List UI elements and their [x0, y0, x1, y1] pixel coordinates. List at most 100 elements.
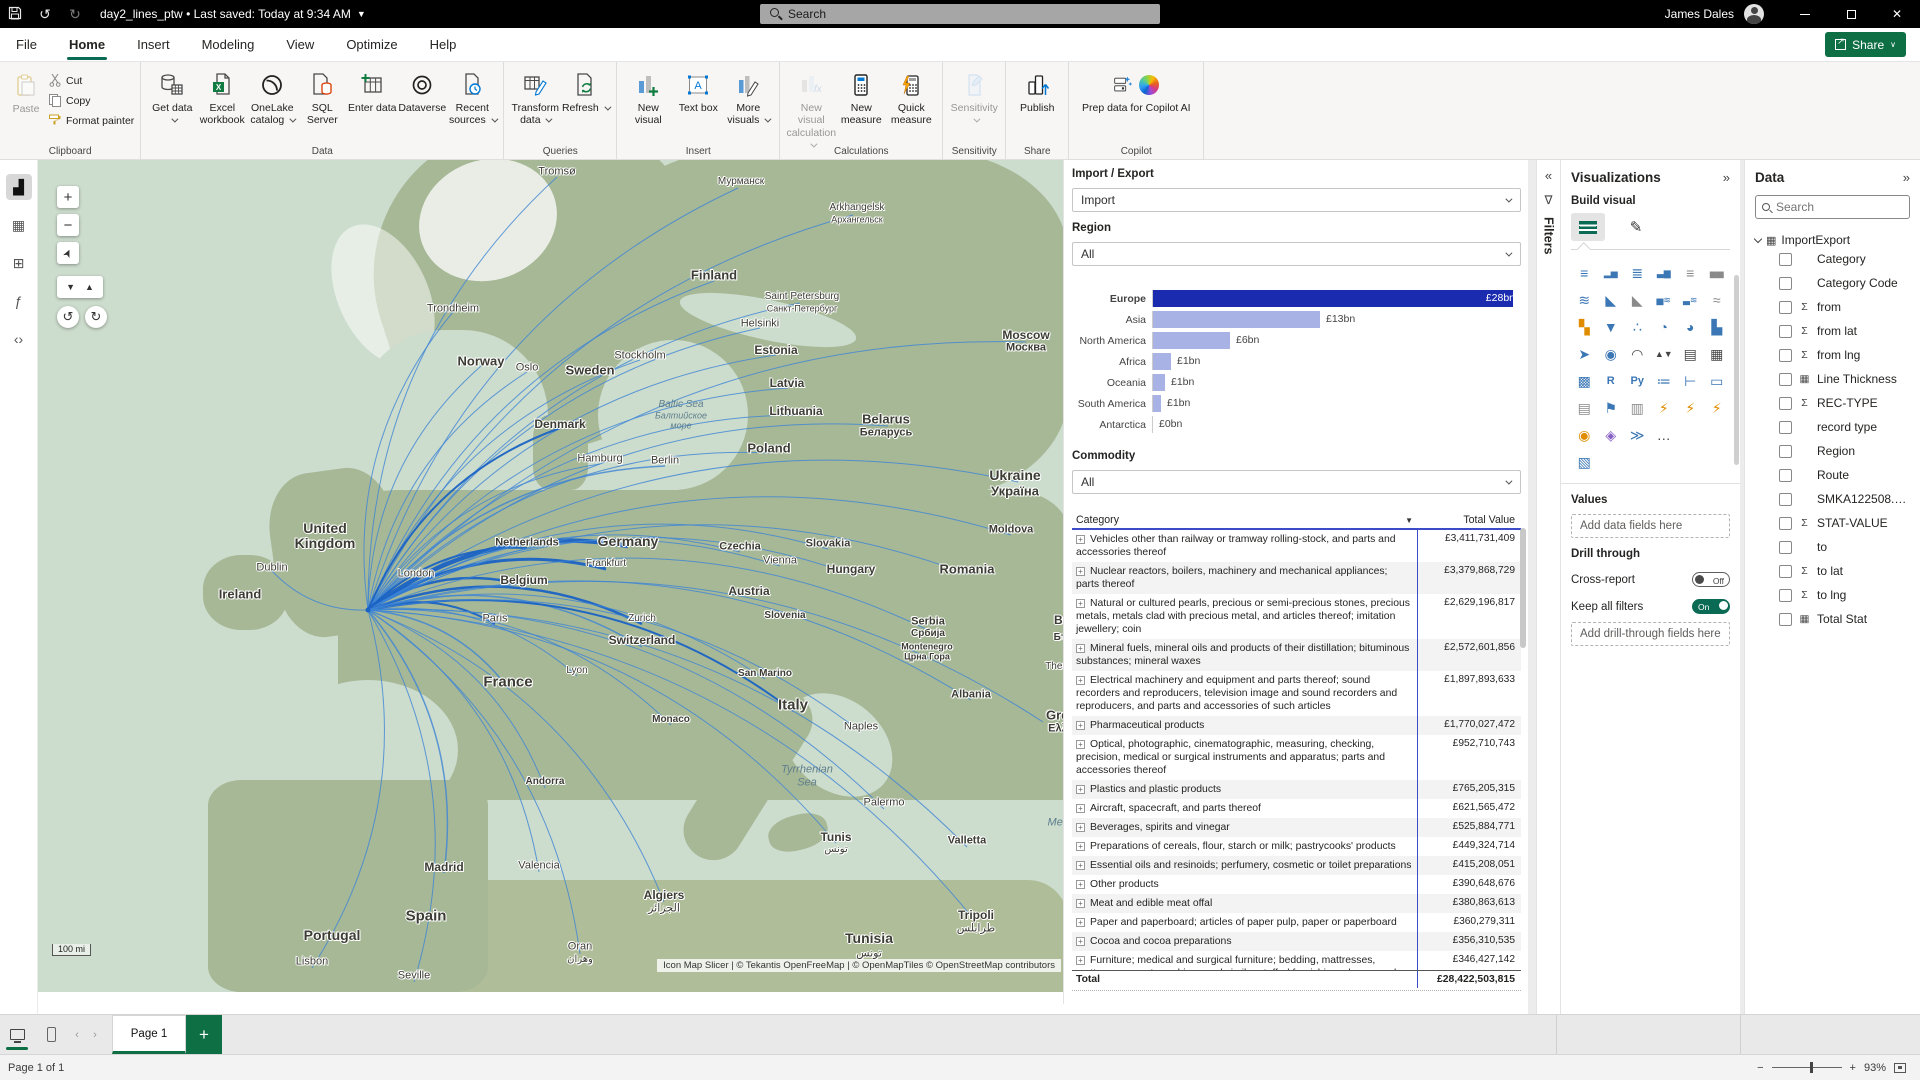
expand-icon[interactable]: + [1076, 918, 1085, 927]
data-search[interactable] [1755, 195, 1910, 219]
expand-icon[interactable]: + [1076, 937, 1085, 946]
checkbox[interactable] [1779, 421, 1792, 434]
zoom-in-icon[interactable]: + [1850, 1062, 1856, 1074]
expand-icon[interactable]: + [1076, 956, 1085, 965]
funnel-chart[interactable]: ▼ [1598, 316, 1625, 338]
minimize-button[interactable] [1782, 0, 1828, 28]
cut-button[interactable]: Cut [48, 72, 134, 90]
expand-icon[interactable]: + [1076, 880, 1085, 889]
bar-row-south-america[interactable]: South America£1bn [1072, 393, 1521, 414]
line-chart[interactable]: ≋ [1571, 289, 1598, 311]
stacked-column-chart[interactable]: ▂▅ [1598, 262, 1625, 284]
table-row[interactable]: +Electrical machinery and equipment and … [1072, 671, 1521, 716]
new-measure-button[interactable]: New measure [836, 68, 886, 142]
expand-icon[interactable]: + [1076, 535, 1085, 544]
table-row[interactable]: +Plastics and plastic products£765,205,3… [1072, 780, 1521, 799]
icon-map-visual[interactable]: ◉ [1571, 424, 1598, 446]
undo-icon[interactable]: ↺ [30, 6, 60, 23]
checkbox[interactable] [1779, 349, 1792, 362]
model-view[interactable]: ⊞ [6, 250, 32, 276]
menu-help[interactable]: Help [414, 28, 473, 62]
field-route[interactable]: Route [1755, 463, 1910, 487]
page-tab[interactable]: Page 1 [112, 1015, 186, 1054]
metrics[interactable]: ⚑ [1598, 397, 1625, 419]
map-zoom-in-button[interactable]: + [57, 186, 79, 208]
expand-icon[interactable]: + [1076, 861, 1085, 870]
field-from[interactable]: Σfrom [1755, 295, 1910, 319]
expand-icon[interactable]: + [1076, 676, 1085, 685]
line-and-stacked-column-chart[interactable]: ▅≋ [1651, 289, 1678, 311]
stacked-bar-chart[interactable]: ≡ [1571, 262, 1598, 284]
expand-icon[interactable]: + [1076, 721, 1085, 730]
map-select-tool-button[interactable]: ➤ [57, 242, 79, 264]
table-row[interactable]: +Nuclear reactors, boilers, machinery an… [1072, 562, 1521, 594]
collapse-data-pane-icon[interactable]: » [1903, 170, 1910, 185]
table-row[interactable]: +Pharmaceutical products£1,770,027,472 [1072, 716, 1521, 735]
cross-report-toggle[interactable]: Off [1692, 572, 1730, 587]
table-header[interactable]: Category▼ Total Value [1072, 512, 1521, 530]
ribbon-chart[interactable]: ≈ [1704, 289, 1731, 311]
checkbox[interactable] [1779, 445, 1792, 458]
expand-icon[interactable]: + [1076, 785, 1085, 794]
menu-file[interactable]: File [0, 28, 53, 62]
field-smka122508-c[interactable]: SMKA122508.C... [1755, 487, 1910, 511]
table-row[interactable]: +Vehicles other than railway or tramway … [1072, 530, 1521, 562]
zoom-out-icon[interactable]: − [1757, 1062, 1763, 1074]
excel-workbook-button[interactable]: XExcel workbook [197, 68, 247, 142]
table-row[interactable]: +Meat and edible meat offal£380,863,613 [1072, 894, 1521, 913]
user-avatar[interactable] [1744, 4, 1764, 24]
quick-filter-1[interactable]: ⚡ [1651, 397, 1678, 419]
quick-filter-3[interactable]: ⚡ [1704, 397, 1731, 419]
table-scrollbar[interactable] [1520, 528, 1526, 648]
recent-sources-button[interactable]: Recent sources [447, 68, 497, 142]
bar-row-antarctica[interactable]: Antarctica£0bn [1072, 414, 1521, 435]
field-region[interactable]: Region [1755, 439, 1910, 463]
bar-oceania[interactable] [1153, 374, 1165, 391]
checkbox[interactable] [1779, 589, 1792, 602]
table-row[interactable]: +Optical, photographic, cinematographic,… [1072, 735, 1521, 780]
share-button[interactable]: Share ∨ [1825, 32, 1906, 57]
add-page-button[interactable]: + [186, 1015, 222, 1054]
onelake-catalog-button[interactable]: OneLake catalog [247, 68, 297, 142]
waterfall-chart[interactable]: ▚ [1571, 316, 1598, 338]
checkbox[interactable] [1779, 301, 1792, 314]
checkbox[interactable] [1779, 325, 1792, 338]
clustered-column-chart[interactable]: ▃▆ [1651, 262, 1678, 284]
build-extra-visual[interactable]: ▧ [1571, 451, 1598, 473]
table-row[interactable]: +Cocoa and cocoa preparations£356,310,53… [1072, 932, 1521, 951]
copy-button[interactable]: Copy [48, 92, 134, 110]
commodity-dropdown[interactable]: All [1072, 470, 1521, 494]
field-category-code[interactable]: Category Code [1755, 271, 1910, 295]
table-view[interactable]: ▦ [6, 212, 32, 238]
checkbox[interactable] [1779, 397, 1792, 410]
bar-north-america[interactable] [1153, 332, 1230, 349]
checkbox[interactable] [1779, 253, 1792, 266]
paginated-report[interactable]: ▥ [1624, 397, 1651, 419]
line-and-clustered-column-chart[interactable]: ▃≋ [1677, 289, 1704, 311]
expand-icon[interactable]: + [1076, 899, 1085, 908]
add-data-fields-dropzone[interactable]: Add data fields here [1571, 514, 1730, 538]
zoom-slider-thumb[interactable] [1810, 1062, 1813, 1073]
expand-icon[interactable]: + [1076, 842, 1085, 851]
menu-home[interactable]: Home [53, 28, 121, 62]
bar-asia[interactable] [1153, 311, 1320, 328]
col-category[interactable]: Category [1076, 514, 1119, 526]
checkbox[interactable] [1779, 613, 1792, 626]
report-view[interactable]: ▟ [6, 174, 32, 200]
refresh-button[interactable]: Refresh [560, 68, 610, 142]
field-from-lng[interactable]: Σfrom lng [1755, 343, 1910, 367]
bar-row-asia[interactable]: Asia£13bn [1072, 309, 1521, 330]
prev-page-icon[interactable]: ‹ [68, 1015, 86, 1054]
viz-pane-scrollbar[interactable] [1734, 275, 1739, 465]
table-row[interactable]: +Beverages, spirits and vinegar£525,884,… [1072, 818, 1521, 837]
map-rotate-cw-button[interactable]: ↻ [85, 306, 107, 328]
map[interactable]: ➤ [1571, 343, 1598, 365]
save-icon[interactable] [0, 6, 30, 23]
slicer[interactable]: ▤ [1677, 343, 1704, 365]
stacked-area-chart[interactable]: ◣ [1624, 289, 1651, 311]
map-zoom-out-button[interactable]: − [57, 214, 79, 236]
checkbox[interactable] [1779, 565, 1792, 578]
menu-optimize[interactable]: Optimize [330, 28, 413, 62]
format-visual-tab[interactable]: ✎ [1619, 213, 1653, 241]
checkbox[interactable] [1779, 469, 1792, 482]
